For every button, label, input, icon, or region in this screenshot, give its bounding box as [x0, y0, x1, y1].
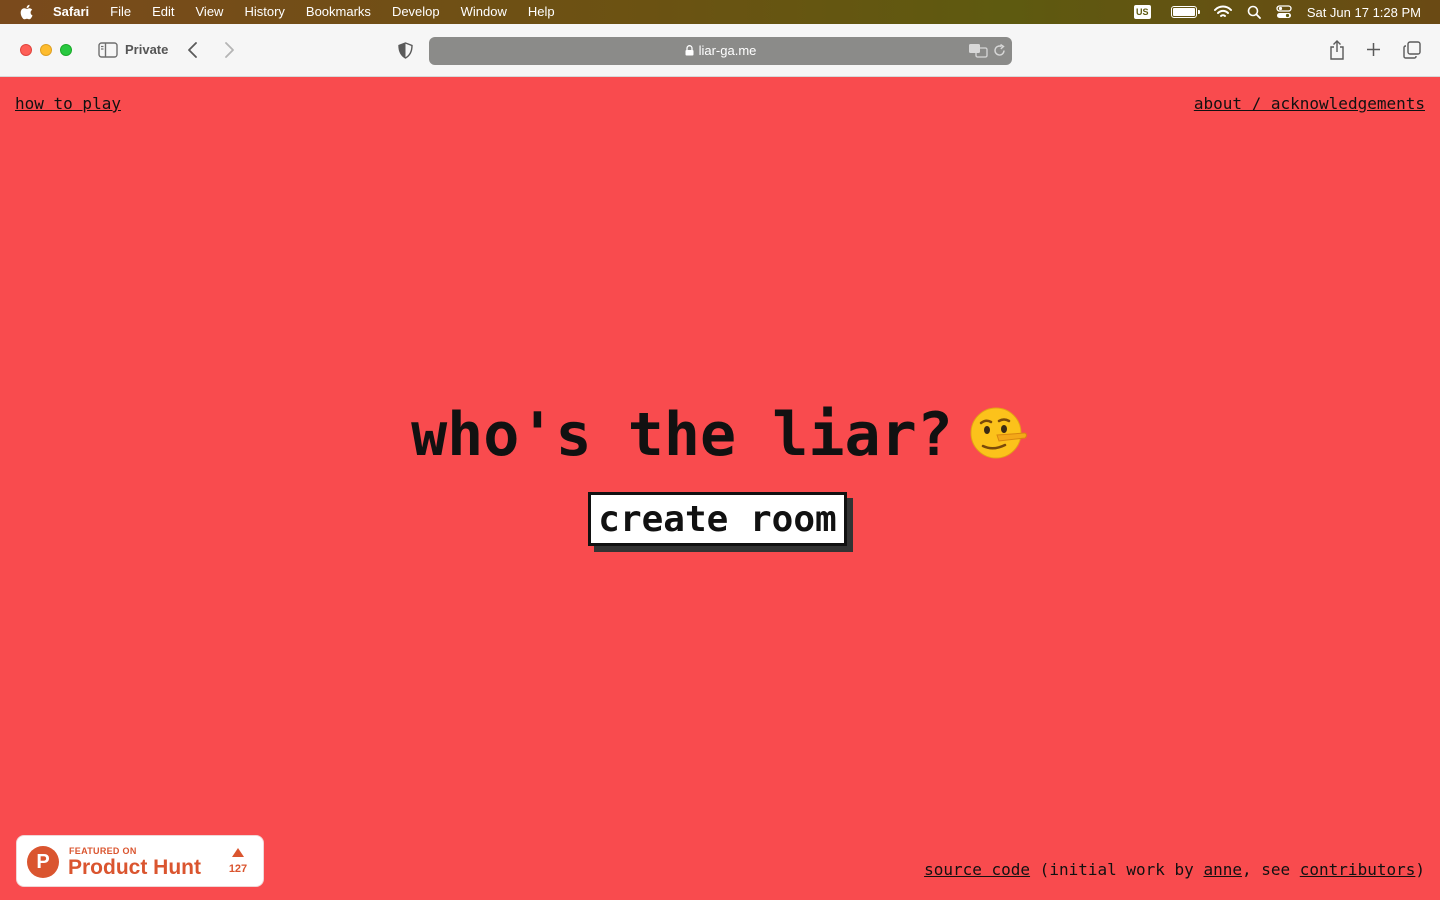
title-text: who's the liar?	[411, 400, 953, 470]
menu-bookmarks[interactable]: Bookmarks	[306, 0, 371, 24]
page-title: who's the liar?	[0, 400, 1440, 478]
menu-file[interactable]: File	[110, 0, 131, 24]
lying-face-icon	[969, 403, 1029, 478]
product-hunt-name: Product Hunt	[68, 856, 201, 879]
menubar-clock[interactable]: Sat Jun 17 1:28 PM	[1307, 5, 1421, 20]
share-icon[interactable]	[1329, 40, 1345, 60]
url-text: liar-ga.me	[698, 43, 757, 58]
close-window-button[interactable]	[20, 44, 32, 56]
anne-link[interactable]: anne	[1203, 860, 1242, 879]
browser-toolbar: Private liar-ga.me	[0, 24, 1440, 77]
menu-history[interactable]: History	[244, 0, 284, 24]
menu-app-name[interactable]: Safari	[53, 0, 89, 24]
translate-icon[interactable]	[968, 43, 988, 58]
contributors-link[interactable]: contributors	[1300, 860, 1416, 879]
footer-text-3: )	[1415, 860, 1425, 879]
wifi-icon[interactable]	[1213, 5, 1232, 19]
privacy-shield-icon[interactable]	[398, 42, 413, 59]
fullscreen-window-button[interactable]	[60, 44, 72, 56]
tab-overview-icon[interactable]	[1403, 41, 1421, 59]
battery-icon[interactable]	[1170, 6, 1200, 18]
product-hunt-logo-icon: P	[27, 846, 59, 878]
menu-view[interactable]: View	[196, 0, 224, 24]
apple-icon[interactable]	[19, 4, 33, 20]
product-hunt-badge[interactable]: P FEATURED ON Product Hunt 127	[16, 835, 264, 887]
back-chevron-icon[interactable]	[187, 42, 199, 58]
footer-credits: source code (initial work by anne, see c…	[924, 860, 1425, 879]
reload-icon[interactable]	[993, 44, 1006, 57]
menu-edit[interactable]: Edit	[152, 0, 174, 24]
control-center-icon[interactable]	[1276, 5, 1292, 19]
menu-bar: Safari File Edit View History Bookmarks …	[0, 0, 1440, 24]
page-content: how to play about / acknowledgements who…	[0, 78, 1440, 900]
private-browsing-label: Private	[125, 42, 169, 57]
product-hunt-featured-label: FEATURED ON	[69, 846, 137, 856]
menu-help[interactable]: Help	[528, 0, 555, 24]
footer-text-2: , see	[1241, 860, 1300, 879]
product-hunt-vote-count: 127	[228, 863, 248, 875]
new-tab-plus-icon[interactable]	[1366, 42, 1381, 57]
footer-text-1: (initial work by	[1030, 860, 1204, 879]
lock-icon	[685, 45, 694, 56]
address-bar[interactable]: liar-ga.me	[429, 37, 1012, 65]
how-to-play-link[interactable]: how to play	[15, 94, 121, 113]
sidebar-toggle-icon[interactable]	[98, 42, 118, 58]
menu-develop[interactable]: Develop	[392, 0, 440, 24]
minimize-window-button[interactable]	[40, 44, 52, 56]
input-source-icon[interactable]: US	[1133, 5, 1151, 19]
about-link[interactable]: about / acknowledgements	[1194, 94, 1425, 113]
create-room-button[interactable]: create room	[588, 492, 847, 546]
menu-window[interactable]: Window	[461, 0, 507, 24]
upvote-arrow-icon	[232, 848, 244, 857]
spotlight-search-icon[interactable]	[1247, 5, 1261, 19]
forward-chevron-icon[interactable]	[223, 42, 235, 58]
source-code-link[interactable]: source code	[924, 860, 1030, 879]
